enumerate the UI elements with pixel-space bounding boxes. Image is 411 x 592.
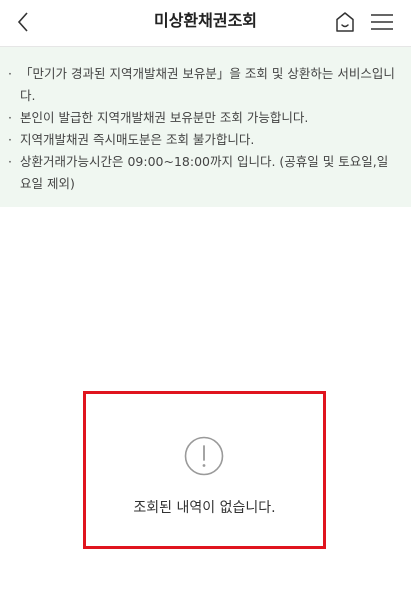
empty-result-box: 조회된 내역이 없습니다. xyxy=(83,391,326,549)
notice-bullet: · xyxy=(8,66,12,81)
notice-item: · 본인이 발급한 지역개발채권 보유분만 조회 가능합니다. xyxy=(8,107,397,129)
notice-text: 본인이 발급한 지역개발채권 보유분만 조회 가능합니다. xyxy=(20,110,309,125)
notice-text: 상환거래가능시간은 09:00~18:00까지 입니다. (공휴일 및 토요일,… xyxy=(20,154,389,191)
notice-bullet: · xyxy=(8,132,12,147)
notice-item: · 상환거래가능시간은 09:00~18:00까지 입니다. (공휴일 및 토요… xyxy=(8,151,397,195)
chevron-left-icon xyxy=(17,12,28,32)
notice-bullet: · xyxy=(8,154,12,169)
hamburger-menu-icon xyxy=(371,14,393,30)
notice-panel: · 「만기가 경과된 지역개발채권 보유분」을 조회 및 상환하는 서비스입니다… xyxy=(0,47,411,207)
home-icon xyxy=(336,12,354,32)
home-button[interactable] xyxy=(333,10,357,34)
notice-text: 「만기가 경과된 지역개발채권 보유분」을 조회 및 상환하는 서비스입니다. xyxy=(20,66,395,103)
notice-item: · 지역개발채권 즉시매도분은 조회 불가합니다. xyxy=(8,129,397,151)
back-button[interactable] xyxy=(10,7,36,37)
app-header: 미상환채권조회 xyxy=(0,0,411,47)
notice-bullet: · xyxy=(8,110,12,125)
exclamation-circle-icon xyxy=(184,436,224,476)
menu-button[interactable] xyxy=(369,10,395,34)
empty-result-message: 조회된 내역이 없습니다. xyxy=(133,500,276,516)
notice-item: · 「만기가 경과된 지역개발채권 보유분」을 조회 및 상환하는 서비스입니다… xyxy=(8,63,397,107)
notice-text: 지역개발채권 즉시매도분은 조회 불가합니다. xyxy=(20,132,255,147)
